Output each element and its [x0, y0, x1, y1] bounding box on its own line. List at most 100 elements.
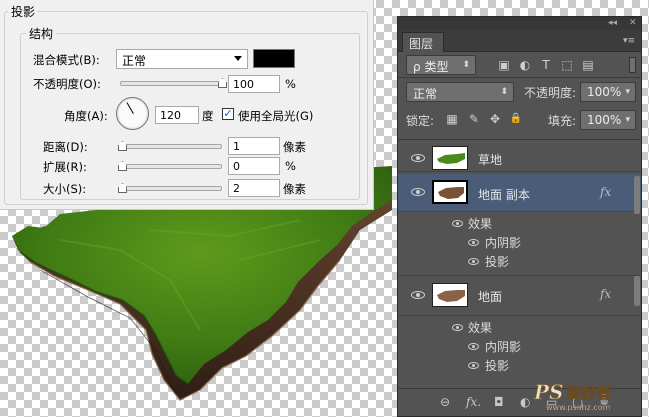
layer-thumbnail	[432, 283, 468, 307]
angle-unit: 度	[202, 109, 214, 123]
angle-label: 角度(A):	[64, 109, 108, 123]
effect-inner-shadow[interactable]: 内阴影	[485, 338, 521, 355]
spread-unit: %	[285, 159, 296, 173]
layer-row-ground[interactable]: 地面 fx	[398, 276, 641, 316]
visibility-eye-icon[interactable]	[468, 362, 479, 369]
size-unit: 像素	[283, 182, 306, 196]
filter-shape-icon[interactable]: ⬚	[559, 57, 575, 73]
visibility-eye-icon[interactable]	[468, 343, 479, 350]
angle-needle	[126, 102, 134, 114]
layer-thumbnail	[432, 146, 468, 170]
layer-row-grass[interactable]: 草地	[398, 144, 641, 172]
global-light-checkbox[interactable]: ✓	[222, 108, 234, 120]
chevron-down-icon[interactable]: ▾	[625, 112, 630, 128]
layers-panel: ◂◂ ✕ 图层 ▾≡ ρ 类型 ⬍ ▣ ◐ T ⬚ ▤ 正常 ⬍ 不透明度: 1…	[397, 16, 642, 417]
effects-label[interactable]: 效果	[468, 215, 492, 232]
global-light-label: 使用全局光(G)	[238, 109, 314, 123]
add-layer-style-icon[interactable]: fx.	[466, 395, 481, 409]
layer-blend-mode-value: 正常	[413, 87, 438, 101]
divider	[398, 139, 641, 140]
scrollbar-thumb[interactable]	[634, 176, 640, 214]
layer-filter-value: 类型	[424, 60, 449, 74]
spread-slider[interactable]	[120, 164, 222, 169]
layer-effects-fx-icon[interactable]: fx	[600, 287, 611, 301]
lock-position-icon[interactable]: ✥	[487, 111, 503, 127]
chevron-down-icon	[234, 56, 242, 61]
layer-row-ground-copy[interactable]: 地面 副本 fx	[398, 174, 641, 214]
panel-tabbar: 图层 ▾≡	[398, 30, 641, 52]
effect-drop-shadow[interactable]: 投影	[485, 253, 509, 270]
distance-label: 距离(D):	[43, 140, 88, 154]
size-input[interactable]: 2	[228, 179, 280, 197]
spread-input[interactable]: 0	[228, 157, 280, 175]
shadow-color-swatch[interactable]	[253, 49, 295, 68]
layer-effects-fx-icon[interactable]: fx	[600, 185, 611, 199]
layer-name: 地面	[478, 290, 503, 304]
lock-all-icon[interactable]: 🔒	[508, 111, 524, 127]
blend-mode-label: 混合模式(B):	[33, 53, 100, 67]
fill-label: 填充:	[548, 114, 577, 128]
filter-toggle[interactable]	[629, 57, 636, 73]
visibility-eye-icon[interactable]	[452, 324, 463, 331]
svg-text:PS: PS	[533, 380, 563, 404]
opacity-unit: %	[285, 77, 296, 91]
opacity-input[interactable]: 100	[228, 75, 280, 93]
chevron-updown-icon: ⬍	[462, 60, 470, 70]
visibility-eye-icon[interactable]	[411, 188, 425, 196]
angle-input[interactable]: 120	[155, 106, 199, 124]
layer-name: 草地	[478, 153, 503, 167]
filter-smart-object-icon[interactable]: ▤	[580, 57, 596, 73]
effects-label[interactable]: 效果	[468, 319, 492, 336]
layer-opacity-input[interactable]: 100% ▾	[580, 82, 636, 102]
svg-text:www.psahz.com: www.psahz.com	[546, 403, 611, 412]
lock-image-pixels-icon[interactable]: ✎	[466, 111, 482, 127]
fill-value: 100%	[587, 113, 622, 127]
drop-shadow-dialog: 投影 结构 混合模式(B): 正常 不透明度(O): 100 % 角度(A): …	[0, 0, 374, 210]
distance-input[interactable]: 1	[228, 137, 280, 155]
lock-transparent-pixels-icon[interactable]: ▦	[444, 111, 460, 127]
layer-effects-group: 效果 内阴影 投影	[398, 212, 641, 276]
close-icon[interactable]: ✕	[629, 18, 637, 28]
structure-title: 结构	[26, 25, 57, 42]
visibility-eye-icon[interactable]	[452, 220, 463, 227]
filter-adjustment-icon[interactable]: ◐	[517, 57, 533, 73]
panel-menu-icon[interactable]: ▾≡	[623, 36, 635, 46]
collapse-icon[interactable]: ◂◂	[608, 18, 617, 28]
svg-text:爱好者: 爱好者	[566, 384, 611, 402]
watermark-logo: PS 爱好者 www.psahz.com	[532, 377, 644, 413]
scrollbar-thumb[interactable]	[634, 276, 640, 306]
effect-inner-shadow[interactable]: 内阴影	[485, 234, 521, 251]
add-mask-icon[interactable]: ◘	[494, 395, 504, 409]
size-slider[interactable]	[120, 186, 222, 191]
layer-effects-group: 效果 内阴影 投影	[398, 316, 641, 380]
link-layers-icon[interactable]: ⊖	[440, 395, 450, 409]
layer-name: 地面 副本	[478, 188, 530, 202]
grass-thumbnail-image	[433, 147, 467, 169]
layer-filter-select[interactable]: ρ 类型 ⬍	[406, 55, 476, 75]
panel-titlebar: ◂◂ ✕	[398, 17, 641, 30]
effect-drop-shadow[interactable]: 投影	[485, 357, 509, 374]
distance-slider[interactable]	[120, 144, 222, 149]
layer-opacity-label: 不透明度:	[524, 86, 577, 100]
angle-dial[interactable]	[116, 97, 149, 130]
visibility-eye-icon[interactable]	[468, 239, 479, 246]
blend-mode-select[interactable]: 正常	[116, 49, 248, 69]
opacity-label: 不透明度(O):	[33, 77, 101, 91]
filter-image-icon[interactable]: ▣	[496, 57, 512, 73]
chevron-down-icon[interactable]: ▾	[625, 84, 630, 100]
opacity-slider[interactable]	[120, 81, 222, 86]
fill-input[interactable]: 100% ▾	[580, 110, 636, 130]
tab-layers[interactable]: 图层	[402, 32, 444, 52]
filter-text-icon[interactable]: T	[538, 57, 554, 73]
ground-thumbnail-image	[433, 284, 467, 306]
layer-blend-mode-select[interactable]: 正常 ⬍	[406, 82, 514, 102]
divider	[398, 77, 641, 78]
visibility-eye-icon[interactable]	[468, 258, 479, 265]
spread-label: 扩展(R):	[43, 160, 87, 174]
new-adjustment-layer-icon[interactable]: ◐	[520, 395, 530, 409]
blend-mode-value: 正常	[122, 54, 147, 68]
watermark-graphic: PS 爱好者 www.psahz.com	[533, 380, 612, 413]
visibility-eye-icon[interactable]	[411, 291, 425, 299]
visibility-eye-icon[interactable]	[411, 154, 425, 162]
chevron-updown-icon: ⬍	[500, 87, 508, 97]
